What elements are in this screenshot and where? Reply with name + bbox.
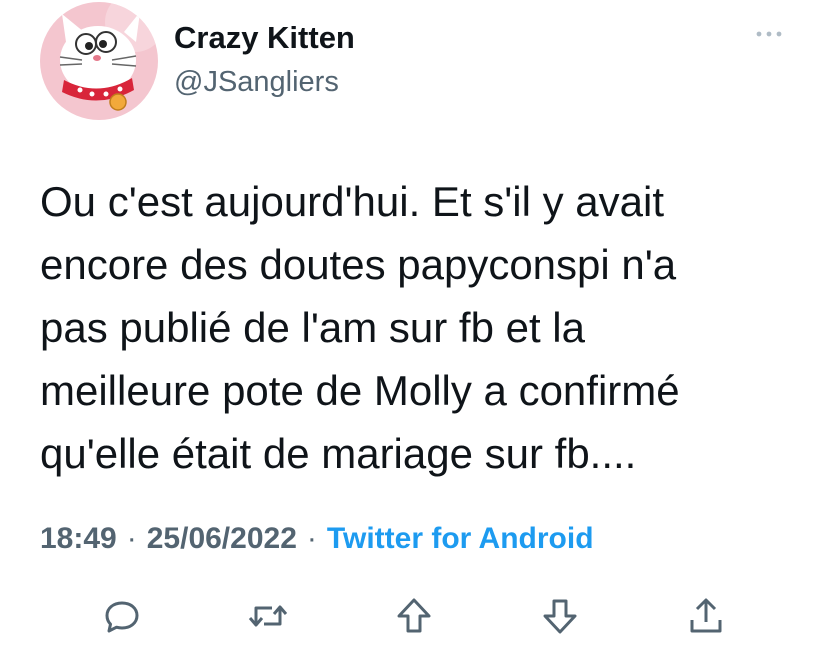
tweet-line: Ou c'est aujourd'hui. Et s'il y avait — [40, 178, 665, 225]
tweet-line: meilleure pote de Molly a confirmé — [40, 367, 680, 414]
tweet-line: encore des doutes papyconspi n'a — [40, 241, 677, 288]
downvote-button[interactable] — [538, 594, 582, 638]
share-button[interactable] — [684, 594, 728, 638]
reply-button[interactable] — [100, 594, 144, 638]
tweet-time[interactable]: 18:49 — [40, 522, 117, 555]
avatar[interactable] — [40, 2, 158, 120]
tweet-text: Ou c'est aujourd'hui. Et s'il y avait en… — [40, 170, 800, 485]
display-name[interactable]: Crazy Kitten — [174, 20, 355, 56]
kitten-avatar-image — [40, 2, 158, 120]
upvote-button[interactable] — [392, 594, 436, 638]
more-options-button[interactable] — [752, 24, 786, 44]
retweet-button[interactable] — [246, 594, 290, 638]
reply-icon — [105, 601, 139, 633]
user-handle[interactable]: @JSangliers — [174, 66, 339, 99]
tweet-date[interactable]: 25/06/2022 — [147, 522, 297, 555]
retweet-icon — [248, 605, 288, 627]
tweet-line: pas publié de l'am sur fb et la — [40, 304, 585, 351]
action-bar — [0, 594, 828, 638]
tweet-source-link[interactable]: Twitter for Android — [327, 522, 594, 555]
downvote-icon — [543, 599, 577, 634]
upvote-icon — [397, 598, 431, 633]
meta-separator: · — [306, 522, 317, 555]
meta-separator: · — [126, 522, 137, 555]
tweet-meta: 18:49 · 25/06/2022 · Twitter for Android — [40, 522, 594, 556]
more-dots-icon — [756, 31, 782, 37]
share-icon — [690, 598, 722, 633]
tweet-line: qu'elle était de mariage sur fb.... — [40, 430, 637, 477]
